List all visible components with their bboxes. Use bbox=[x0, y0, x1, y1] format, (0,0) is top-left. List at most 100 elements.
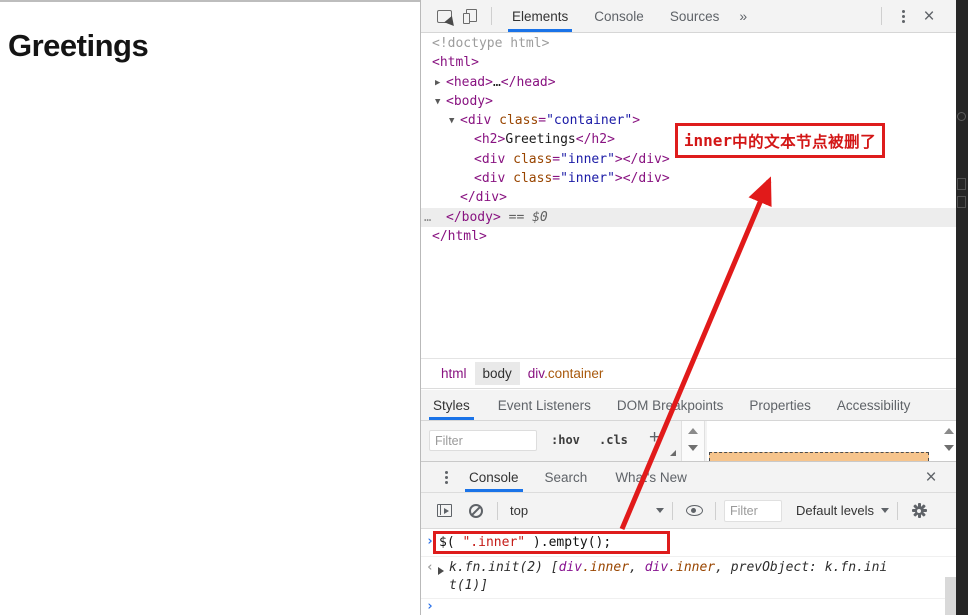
drawer-tab-whats-new[interactable]: What's New bbox=[609, 462, 693, 492]
code-segment: </body> bbox=[446, 209, 501, 225]
background-icon bbox=[957, 112, 966, 121]
toggle-hover-state-button[interactable]: :hov bbox=[551, 433, 580, 447]
breadcrumb-item[interactable]: body bbox=[474, 362, 520, 385]
code-segment: … bbox=[492, 74, 501, 90]
chevron-down-icon bbox=[881, 508, 890, 513]
toolbar-divider bbox=[491, 7, 492, 25]
scroll-up-icon bbox=[688, 428, 698, 434]
code-segment: <body> bbox=[446, 93, 493, 109]
breadcrumb-item[interactable]: html bbox=[433, 362, 475, 385]
code-segment: </head> bbox=[500, 74, 556, 90]
breadcrumb: html body div.container bbox=[421, 358, 956, 389]
kebab-menu-icon bbox=[444, 470, 448, 484]
code-segment: </div> bbox=[460, 190, 507, 206]
tree-row[interactable]: </div> bbox=[421, 188, 956, 207]
code-segment: class bbox=[505, 171, 553, 187]
console-command-row[interactable]: › $( ".inner" ).empty(); bbox=[421, 529, 956, 557]
tree-row[interactable]: <div class="inner"></div> bbox=[421, 169, 956, 188]
tree-row[interactable]: … </body> == $0 bbox=[421, 207, 956, 227]
code-segment: k.fn.init(2) [ bbox=[449, 560, 559, 575]
code-segment: <html> bbox=[432, 55, 479, 71]
code-segment: "inner" bbox=[560, 151, 615, 167]
tab-dom-breakpoints[interactable]: DOM Breakpoints bbox=[611, 390, 730, 420]
new-style-rule-button[interactable]: + bbox=[649, 427, 660, 449]
scroll-down-icon bbox=[688, 445, 698, 451]
styles-tab-bar: Styles Event Listeners DOM Breakpoints P… bbox=[421, 390, 956, 421]
tree-row[interactable]: <html> bbox=[421, 53, 956, 72]
toolbar-divider bbox=[672, 501, 673, 520]
eye-icon bbox=[685, 505, 703, 516]
chevron-down-icon bbox=[656, 508, 664, 513]
tab-styles[interactable]: Styles bbox=[427, 390, 476, 420]
tab-properties[interactable]: Properties bbox=[743, 390, 817, 420]
computed-pane bbox=[707, 421, 957, 461]
expand-triangle-icon[interactable]: ▼ bbox=[449, 112, 460, 131]
drawer-tab-search[interactable]: Search bbox=[539, 462, 594, 492]
sidebar-panel-icon bbox=[436, 504, 452, 517]
tab-sources[interactable]: Sources bbox=[664, 0, 726, 32]
inspect-element-button[interactable] bbox=[431, 3, 457, 29]
console-command: $( ".inner" ).empty(); bbox=[439, 535, 611, 550]
devtools-panel: Elements Console Sources » × <!doctype h… bbox=[420, 0, 957, 615]
expand-triangle-icon[interactable]: ▶ bbox=[435, 74, 446, 93]
log-levels-dropdown[interactable]: Default levels bbox=[796, 503, 890, 518]
active-tab-underline bbox=[465, 489, 523, 492]
scroll-down-icon bbox=[944, 445, 954, 451]
devtools-close-button[interactable]: × bbox=[916, 3, 942, 29]
code-segment: class bbox=[505, 151, 553, 167]
show-console-sidebar-button[interactable] bbox=[431, 498, 457, 524]
styles-filter-input[interactable] bbox=[429, 430, 537, 451]
console-result-row[interactable]: ‹ k.fn.init(2) [div.inner, div.inner, pr… bbox=[421, 557, 956, 599]
expand-triangle-icon[interactable]: ▼ bbox=[435, 93, 446, 112]
tree-row[interactable]: ▼ <body> bbox=[421, 92, 956, 111]
more-tabs-button[interactable]: » bbox=[733, 0, 751, 32]
tab-event-listeners[interactable]: Event Listeners bbox=[492, 390, 597, 420]
code-segment: <div bbox=[460, 113, 492, 129]
tree-row[interactable]: <!doctype html> bbox=[421, 34, 956, 53]
breadcrumb-item[interactable]: div.container bbox=[520, 362, 612, 385]
box-model-margin bbox=[709, 452, 929, 461]
drawer-menu-button[interactable] bbox=[433, 464, 459, 490]
code-segment: div bbox=[644, 560, 669, 575]
page-heading: Greetings bbox=[8, 28, 149, 63]
create-live-expression-button[interactable] bbox=[681, 498, 707, 524]
toggle-class-button[interactable]: .cls bbox=[599, 433, 628, 447]
annotation-callout-box: inner 中的文本节点被删了 bbox=[675, 123, 885, 158]
kebab-menu-icon bbox=[901, 9, 905, 23]
code-segment: > bbox=[632, 113, 641, 129]
code-segment: <head> bbox=[446, 74, 493, 90]
clear-console-button[interactable] bbox=[463, 498, 489, 524]
active-tab-underline bbox=[508, 29, 573, 32]
result-return-icon: ‹ bbox=[426, 560, 434, 575]
code-segment: .inner bbox=[582, 560, 630, 575]
code-segment: .inner bbox=[668, 560, 716, 575]
tab-elements[interactable]: Elements bbox=[506, 0, 574, 32]
page-top-divider bbox=[0, 0, 420, 2]
console-settings-button[interactable] bbox=[906, 498, 932, 524]
expand-triangle-icon[interactable] bbox=[438, 567, 444, 575]
console-prompt-row[interactable]: › bbox=[421, 599, 956, 615]
code-segment: </html> bbox=[432, 228, 487, 244]
device-toolbar-button[interactable] bbox=[457, 3, 483, 29]
tab-console[interactable]: Console bbox=[588, 0, 650, 32]
javascript-context-dropdown[interactable]: top bbox=[506, 503, 664, 518]
console-toolbar: top Default levels bbox=[421, 493, 956, 529]
code-segment: </h2> bbox=[575, 132, 615, 148]
computed-scrollbar[interactable] bbox=[941, 421, 957, 461]
styles-scrollbar[interactable] bbox=[681, 421, 705, 461]
tree-row[interactable]: ▶ <head>…</head> bbox=[421, 73, 956, 92]
tab-accessibility[interactable]: Accessibility bbox=[831, 390, 917, 420]
console-messages: › $( ".inner" ).empty(); ‹ k.fn.init(2) … bbox=[421, 529, 956, 615]
code-segment: ).empty(); bbox=[525, 535, 612, 550]
styles-filter-bar: :hov .cls + bbox=[421, 421, 957, 461]
drawer-close-button[interactable]: × bbox=[918, 464, 944, 490]
code-segment: <!doctype html> bbox=[432, 36, 550, 51]
background-icon bbox=[957, 178, 966, 190]
code-segment: ".inner" bbox=[462, 535, 526, 550]
console-filter-input[interactable] bbox=[724, 499, 782, 522]
annotation-text-zh: 中的文本节点被删了 bbox=[732, 133, 877, 151]
tree-row[interactable]: </html> bbox=[421, 227, 956, 246]
drawer-tab-console[interactable]: Console bbox=[463, 462, 525, 492]
devtools-menu-button[interactable] bbox=[890, 3, 916, 29]
code-segment: "inner" bbox=[560, 171, 615, 187]
